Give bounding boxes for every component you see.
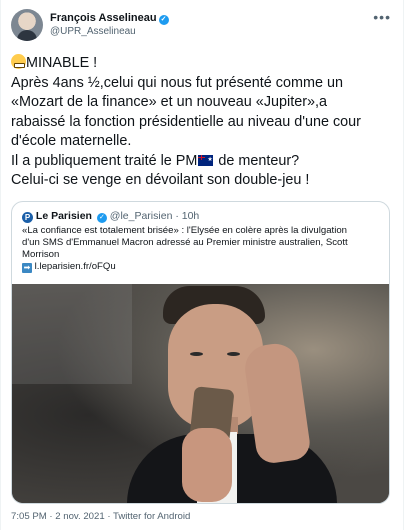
text-line-6: Il a publiquement traité le PM de menteu… — [11, 152, 389, 172]
photo-left-eye — [190, 352, 203, 356]
quoted-link[interactable]: l.leparisien.fr/oFQu — [35, 261, 116, 272]
ellipsis-icon[interactable]: ••• — [373, 9, 391, 25]
quoted-tweet-header: P Le Parisien ✓ @le_Parisien · 10h «La c… — [22, 209, 378, 273]
quoted-source-handle[interactable]: @le_Parisien — [110, 210, 173, 222]
author-name-row[interactable]: François Asselineau ✓ — [50, 11, 169, 25]
quoted-tweet-card[interactable]: P Le Parisien ✓ @le_Parisien · 10h «La c… — [11, 201, 390, 504]
left-border — [0, 0, 1, 530]
tweet-text: MINABLE ! Après 4ans ½,celui qui nous fu… — [11, 54, 389, 191]
author-name[interactable]: François Asselineau — [50, 12, 157, 24]
tweet-header: François Asselineau ✓ @UPR_Asselineau ••• — [11, 9, 395, 49]
author-info[interactable]: François Asselineau ✓ @UPR_Asselineau — [50, 11, 169, 39]
avatar[interactable] — [11, 9, 43, 41]
quoted-text-line-2: d'un SMS d'Emmanuel Macron adressé au Pr… — [22, 237, 348, 248]
text-line-6-after: de menteur? — [214, 152, 300, 169]
australia-flag-icon — [198, 154, 214, 166]
text-line-1-label: MINABLE ! — [26, 55, 98, 71]
quoted-text-line-1: «La confiance est totalement brisée» : l… — [22, 225, 348, 236]
le-parisien-logo-icon: P — [22, 212, 33, 223]
text-line-1: MINABLE ! — [11, 54, 389, 74]
verified-icon: ✓ — [158, 15, 169, 25]
quoted-tweet-text: «La confiance est totalement brisée» : l… — [22, 225, 378, 273]
text-line-2: Après 4ans ½,celui qui nous fut présenté… — [11, 74, 343, 91]
quoted-text-line-3: Morrison — [22, 249, 60, 260]
photo-fingers — [182, 428, 232, 502]
quoted-tweet-photo[interactable] — [12, 284, 389, 503]
tweet: François Asselineau ✓ @UPR_Asselineau •••… — [0, 0, 404, 530]
quoted-source-name[interactable]: Le Parisien — [36, 210, 92, 222]
author-handle[interactable]: @UPR_Asselineau — [50, 25, 169, 39]
text-line-5: d'école maternelle. — [11, 133, 132, 149]
photo-highlight — [12, 284, 132, 384]
text-line-6-before: Il a publiquement traité le PM — [11, 152, 198, 169]
tweet-metadata[interactable]: 7:05 PM · 2 nov. 2021 · Twitter for Andr… — [11, 511, 190, 523]
quoted-separator: · — [175, 210, 179, 222]
quoted-tweet-author-row: P Le Parisien ✓ @le_Parisien · 10h — [22, 209, 378, 223]
text-line-4: rabaissé la fonction présidentielle au n… — [11, 113, 361, 130]
quoted-time[interactable]: 10h — [182, 210, 200, 222]
grimacing-face-icon — [11, 54, 26, 69]
text-line-7: Celui-ci se venge en dévoilant son doubl… — [11, 172, 310, 188]
text-line-3: «Mozart de la finance» et un nouveau «Ju… — [11, 94, 328, 110]
quoted-link-row: ➡ l.leparisien.fr/oFQu — [22, 261, 378, 273]
photo-right-eye — [227, 352, 240, 356]
right-arrow-icon: ➡ — [22, 263, 32, 273]
quoted-verified-icon: ✓ — [96, 213, 107, 223]
